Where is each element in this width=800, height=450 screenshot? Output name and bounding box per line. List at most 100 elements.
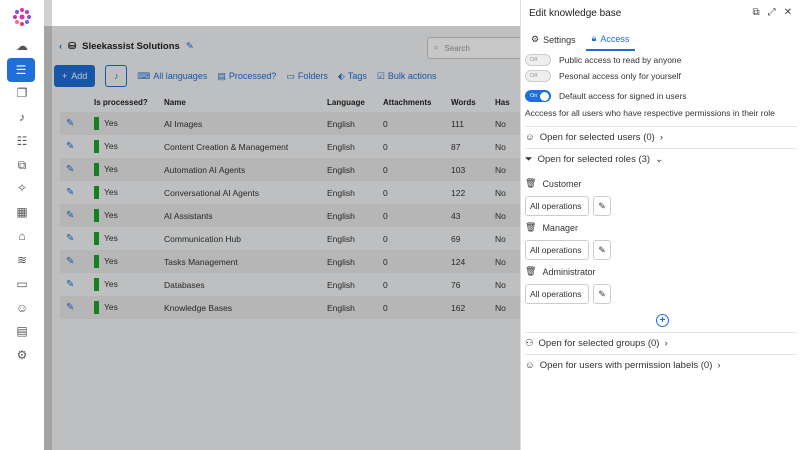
table-row[interactable]: ✎ Yes Knowledge Bases English 0 162 No (60, 296, 520, 319)
table-row[interactable]: ✎ Yes Automation AI Agents English 0 103 No (60, 158, 520, 181)
sidebar-item-chat[interactable]: ▭ (9, 274, 35, 294)
chevron-right-icon: › (659, 132, 663, 143)
microphone-button[interactable]: ♪ (105, 65, 128, 87)
edit-icon[interactable]: ✎ (186, 41, 194, 52)
search-placeholder: Search (444, 43, 470, 53)
cell-language: English (327, 187, 355, 198)
role-customer: 🗑︎ Customer (525, 178, 581, 189)
back-chevron-icon[interactable]: ‹ (59, 41, 62, 52)
tab-access-label: Access (600, 33, 630, 44)
add-button[interactable]: + Add (54, 65, 96, 87)
selected-groups-section[interactable]: ⚇ Open for selected groups (0) › (525, 332, 797, 354)
database-icon: ☰ (15, 63, 27, 77)
sidebar-item-brain[interactable]: ☁ (9, 36, 35, 56)
folder-icon: ▭ (286, 70, 295, 81)
chevron-down-icon: ⌄ (655, 154, 664, 165)
filter-icon: ⏷ (525, 154, 533, 165)
cell-language: English (327, 279, 355, 290)
pencil-icon[interactable]: ✎ (593, 240, 611, 260)
table-row[interactable]: ✎ Yes Databases English 0 76 No (60, 273, 520, 296)
edit-knowledge-base-panel: Edit knowledge base ⧉ ⤢ ✕ ⚙ Settings 🔒︎ Ac… (520, 0, 800, 450)
sidebar-item-gallery[interactable]: ❐ (9, 83, 35, 103)
sidebar-item-database[interactable]: ☰ (7, 58, 35, 82)
tab-settings-label: Settings (543, 34, 576, 45)
col-processed[interactable]: Is processed? (94, 92, 164, 112)
cell-attachments: 0 (383, 250, 451, 273)
processed-value: Yes (104, 117, 118, 128)
selected-roles-section[interactable]: ⏷ Open for selected roles (3) ⌄ (525, 148, 797, 170)
personal-access-row: Off Pesonal access only for yourself (525, 70, 681, 82)
breadcrumb: ‹ ⛁ Sleekassist Solutions ✎ (59, 41, 194, 52)
operations-select[interactable]: All operations (525, 284, 589, 304)
col-name[interactable]: Name (164, 92, 327, 112)
edit-icon[interactable]: ✎ (60, 302, 74, 313)
col-language[interactable]: Language (327, 92, 383, 112)
pencil-icon[interactable]: ✎ (593, 196, 611, 216)
cell-edit: ✎ (60, 273, 94, 296)
tab-access[interactable]: 🔒︎ Access (585, 30, 636, 51)
add-role-button[interactable]: + (656, 314, 669, 327)
sidebar-item-server[interactable]: ▤ (9, 321, 35, 341)
close-icon[interactable]: ✕ (784, 7, 792, 18)
col-attachments[interactable]: Attachments (383, 92, 451, 112)
col-has[interactable]: Has (495, 92, 520, 112)
window-icon[interactable]: ⧉ (752, 7, 759, 18)
table-row[interactable]: ✎ Yes Conversational AI Agents English 0 122 N… (60, 181, 520, 204)
cell-has: No (495, 279, 506, 290)
col-words[interactable]: Words (451, 92, 495, 112)
processed-value: Yes (104, 301, 118, 312)
sidebar-item-copy[interactable]: ⧉ (9, 155, 35, 175)
cell-attachments: 0 (383, 141, 388, 152)
edit-icon[interactable]: ✎ (60, 118, 74, 129)
default-access-toggle[interactable]: On (525, 90, 551, 102)
sidebar-item-sparkle[interactable]: ✧ (9, 178, 35, 198)
edit-icon[interactable]: ✎ (60, 233, 74, 244)
gear-icon: ⚙ (16, 348, 28, 362)
cell-edit: ✎ (60, 296, 94, 319)
sidebar-item-users[interactable]: ☺ (9, 298, 35, 318)
edit-icon[interactable]: ✎ (60, 256, 74, 267)
pencil-icon[interactable]: ✎ (593, 284, 611, 304)
edit-icon[interactable]: ✎ (60, 141, 74, 152)
sidebar-item-stack[interactable]: ≋ (9, 250, 35, 270)
sidebar-item-checklist[interactable]: ☷ (9, 131, 35, 151)
table-row[interactable]: ✎ Yes Tasks Management English 0 124 No (60, 250, 520, 273)
processed-filter[interactable]: ▤ Processed? (217, 71, 276, 82)
sidebar-item-microphone[interactable]: ♪ (9, 107, 35, 127)
bulk-actions-button[interactable]: ☑ Bulk actions (377, 71, 437, 82)
tab-settings[interactable]: ⚙ Settings (525, 30, 582, 51)
sidebar-item-settings[interactable]: ⚙ (9, 345, 35, 365)
breadcrumb-title: Sleekassist Solutions (82, 41, 180, 52)
table-row[interactable]: ✎ Yes Communication Hub English 0 69 No (60, 227, 520, 250)
selected-users-section[interactable]: ☺ Open for selected users (0) › (525, 126, 797, 148)
tags-filter[interactable]: ⬖ Tags (338, 71, 367, 82)
table-row[interactable]: ✎ Yes AI Images English 0 111 No (60, 112, 520, 135)
app-logo[interactable] (11, 6, 33, 28)
personal-access-toggle[interactable]: Off (525, 70, 551, 82)
sparkle-icon: ✧ (16, 181, 28, 195)
folders-filter[interactable]: ▭ Folders (286, 71, 328, 82)
panel-title: Edit knowledge base (529, 8, 622, 19)
trash-icon[interactable]: 🗑︎ (525, 178, 536, 189)
edit-icon[interactable]: ✎ (60, 279, 74, 290)
permission-labels-section[interactable]: ☺ Open for users with permission labels … (525, 354, 797, 376)
table-row[interactable]: ✎ Yes Content Creation & Management English… (60, 135, 520, 158)
cell-has: No (495, 204, 520, 227)
panel-actions: ⧉ ⤢ ✕ (752, 7, 792, 18)
cell-words: 124 (451, 250, 495, 273)
table-row[interactable]: ✎ Yes AI Assistants English 0 43 No (60, 204, 520, 227)
public-access-toggle[interactable]: Off (525, 54, 551, 66)
operations-select[interactable]: All operations (525, 240, 589, 260)
all-languages-filter[interactable]: ⌨ All languages (137, 71, 207, 82)
expand-icon[interactable]: ⤢ (768, 7, 776, 18)
edit-icon[interactable]: ✎ (60, 210, 74, 221)
edit-icon[interactable]: ✎ (60, 187, 74, 198)
sidebar-item-chart[interactable]: ▦ (9, 202, 35, 222)
sidebar-item-bank[interactable]: ⌂ (9, 226, 35, 246)
processed-flag (94, 232, 99, 245)
trash-icon[interactable]: 🗑︎ (525, 266, 536, 277)
processed-value: Yes (104, 232, 118, 243)
operations-select[interactable]: All operations (525, 196, 589, 216)
trash-icon[interactable]: 🗑︎ (525, 222, 536, 233)
edit-icon[interactable]: ✎ (60, 164, 74, 175)
